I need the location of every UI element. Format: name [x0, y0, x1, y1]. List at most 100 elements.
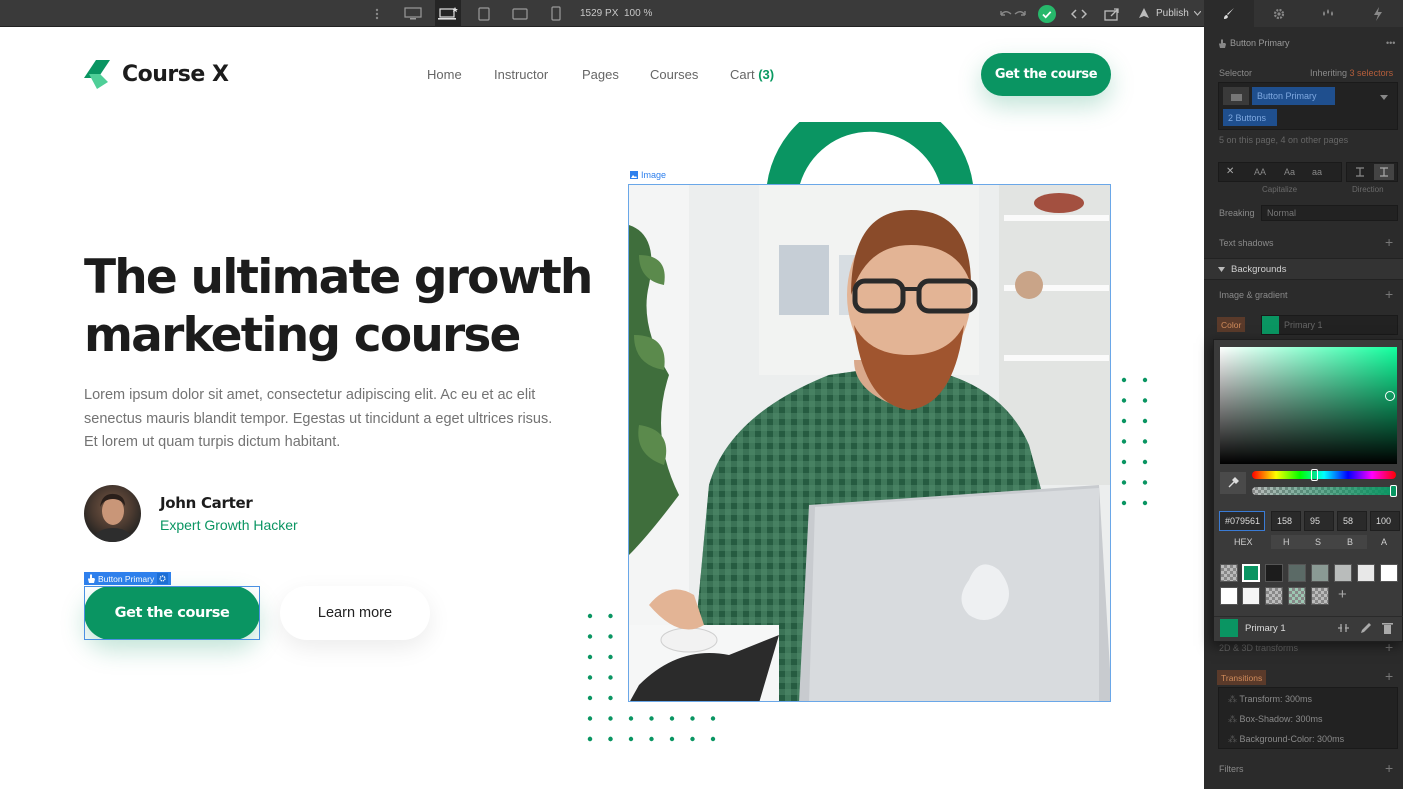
settings-icon[interactable]: [157, 573, 169, 584]
hero-secondary-button[interactable]: Learn more: [280, 586, 430, 640]
desktop-large-icon[interactable]: [400, 0, 426, 27]
swatch-transparent[interactable]: [1220, 564, 1238, 582]
brightness-input[interactable]: 58: [1337, 511, 1367, 531]
hero-title-line-2: marketing course: [84, 308, 521, 363]
hex-label: HEX: [1234, 537, 1253, 547]
swatch-gray-green[interactable]: [1311, 564, 1329, 582]
drops-icon: [1323, 8, 1334, 16]
transition-item-3[interactable]: ⁂ Background-Color: 300ms: [1228, 734, 1344, 745]
nav-pages[interactable]: Pages: [582, 67, 619, 82]
decorative-dot: [1142, 398, 1148, 403]
decorative-dot: [1121, 398, 1127, 403]
publish-button[interactable]: Publish: [1137, 0, 1201, 27]
panel-tabs: [1204, 0, 1403, 27]
tab-interactions[interactable]: [1304, 0, 1354, 27]
selection-tag[interactable]: Button Primary: [84, 572, 172, 585]
nav-cart[interactable]: Cart (3): [730, 67, 774, 82]
mobile-portrait-icon[interactable]: [543, 0, 569, 27]
alpha-slider[interactable]: [1252, 487, 1396, 495]
selector-dropdown-icon[interactable]: [1380, 92, 1388, 102]
tab-style[interactable]: [1204, 0, 1254, 27]
tablet-icon[interactable]: [471, 0, 497, 27]
webflow-designer: 1529 PX 100 % Publish Course X Home Inst…: [0, 0, 1403, 789]
desktop-icon[interactable]: [435, 0, 461, 27]
selector-icon: [1223, 87, 1249, 105]
swatch-transparent-2[interactable]: [1265, 587, 1283, 605]
add-text-shadow-icon[interactable]: +: [1385, 234, 1393, 250]
brush-icon: [1223, 7, 1234, 19]
alpha-handle[interactable]: [1390, 485, 1397, 497]
decorative-dot: [608, 736, 613, 742]
add-filter-icon[interactable]: +: [1385, 760, 1393, 776]
nav-cta-button[interactable]: Get the course: [981, 53, 1111, 96]
swatch-black[interactable]: [1265, 564, 1283, 582]
inheriting-count[interactable]: 3 selectors: [1350, 68, 1394, 78]
decorative-dot: [669, 736, 675, 742]
panel-more-icon[interactable]: •••: [1386, 38, 1395, 48]
nav-home[interactable]: Home: [427, 67, 462, 82]
swatch-white[interactable]: [1380, 564, 1398, 582]
hero-primary-button[interactable]: Get the course: [84, 586, 260, 640]
hex-input[interactable]: #079561: [1219, 511, 1265, 531]
capitalize-label: Capitalize: [1262, 185, 1298, 194]
tab-settings[interactable]: [1254, 0, 1304, 27]
eyedropper-icon[interactable]: [1220, 472, 1246, 494]
nav-instructor[interactable]: Instructor: [494, 67, 548, 82]
swatch-slate[interactable]: [1288, 564, 1306, 582]
decorative-dot: [608, 716, 613, 721]
transform-none-icon[interactable]: ✕: [1226, 166, 1234, 177]
selector-chip[interactable]: Button Primary: [1252, 87, 1335, 105]
swatch-light-gray[interactable]: [1357, 564, 1375, 582]
rtl-icon[interactable]: [1374, 164, 1394, 180]
hue-input[interactable]: 158: [1271, 511, 1301, 531]
swatch-transparent-3[interactable]: [1311, 587, 1329, 605]
mobile-landscape-icon[interactable]: [507, 0, 533, 27]
logo[interactable]: Course X: [84, 58, 229, 90]
image-gradient-label: Image & gradient: [1219, 290, 1288, 300]
swatch-gray[interactable]: [1334, 564, 1352, 582]
breaking-select[interactable]: Normal: [1261, 205, 1398, 221]
decorative-arc: [767, 122, 973, 184]
code-icon[interactable]: [1068, 0, 1090, 27]
check-icon[interactable]: [1037, 0, 1057, 27]
backgrounds-section-header[interactable]: Backgrounds: [1204, 258, 1403, 280]
edit-icon[interactable]: [1360, 621, 1372, 639]
undo-redo[interactable]: [996, 0, 1030, 27]
hue-slider[interactable]: [1252, 471, 1396, 479]
decorative-dot: [649, 736, 654, 742]
export-icon[interactable]: [1101, 0, 1123, 27]
detach-icon[interactable]: [1337, 621, 1350, 639]
transition-item-1[interactable]: ⁂ Transform: 300ms: [1228, 694, 1312, 705]
cart-count: (3): [758, 67, 775, 82]
transitions-label: Transitions: [1217, 670, 1267, 685]
decorative-dot: [587, 716, 593, 721]
saturation-input[interactable]: 95: [1304, 511, 1334, 531]
transition-item-2[interactable]: ⁂ Box-Shadow: 300ms: [1228, 714, 1323, 725]
swatch-primary-1[interactable]: [1242, 564, 1260, 582]
backgrounds-section-label: Backgrounds: [1231, 263, 1287, 275]
more-icon[interactable]: [370, 0, 384, 27]
hue-handle[interactable]: [1311, 469, 1318, 481]
zoom-level: 100 %: [624, 8, 653, 19]
alpha-input[interactable]: 100: [1370, 511, 1400, 531]
tab-lightning[interactable]: [1353, 0, 1403, 27]
swatch-off-white[interactable]: [1242, 587, 1260, 605]
saturation-brightness-area[interactable]: [1220, 347, 1397, 464]
capitalize-icon[interactable]: Aa: [1284, 167, 1295, 177]
nav-courses[interactable]: Courses: [650, 67, 698, 82]
decorative-dot: [1121, 480, 1127, 485]
add-swatch-icon[interactable]: +: [1338, 586, 1347, 603]
combo-chip[interactable]: 2 Buttons: [1223, 109, 1277, 126]
image-tag[interactable]: Image: [630, 170, 666, 180]
decorative-dot: [608, 675, 613, 680]
add-background-icon[interactable]: +: [1385, 286, 1393, 302]
lowercase-icon[interactable]: aa: [1312, 167, 1322, 177]
swatch-white-2[interactable]: [1220, 587, 1238, 605]
color-field[interactable]: [1261, 315, 1398, 335]
trash-icon[interactable]: [1382, 621, 1393, 639]
ltr-icon[interactable]: [1354, 166, 1366, 180]
swatch-green-tint[interactable]: [1288, 587, 1306, 605]
add-transition-icon[interactable]: +: [1385, 668, 1393, 684]
uppercase-icon[interactable]: AA: [1254, 167, 1266, 177]
saturation-handle[interactable]: [1385, 391, 1395, 401]
